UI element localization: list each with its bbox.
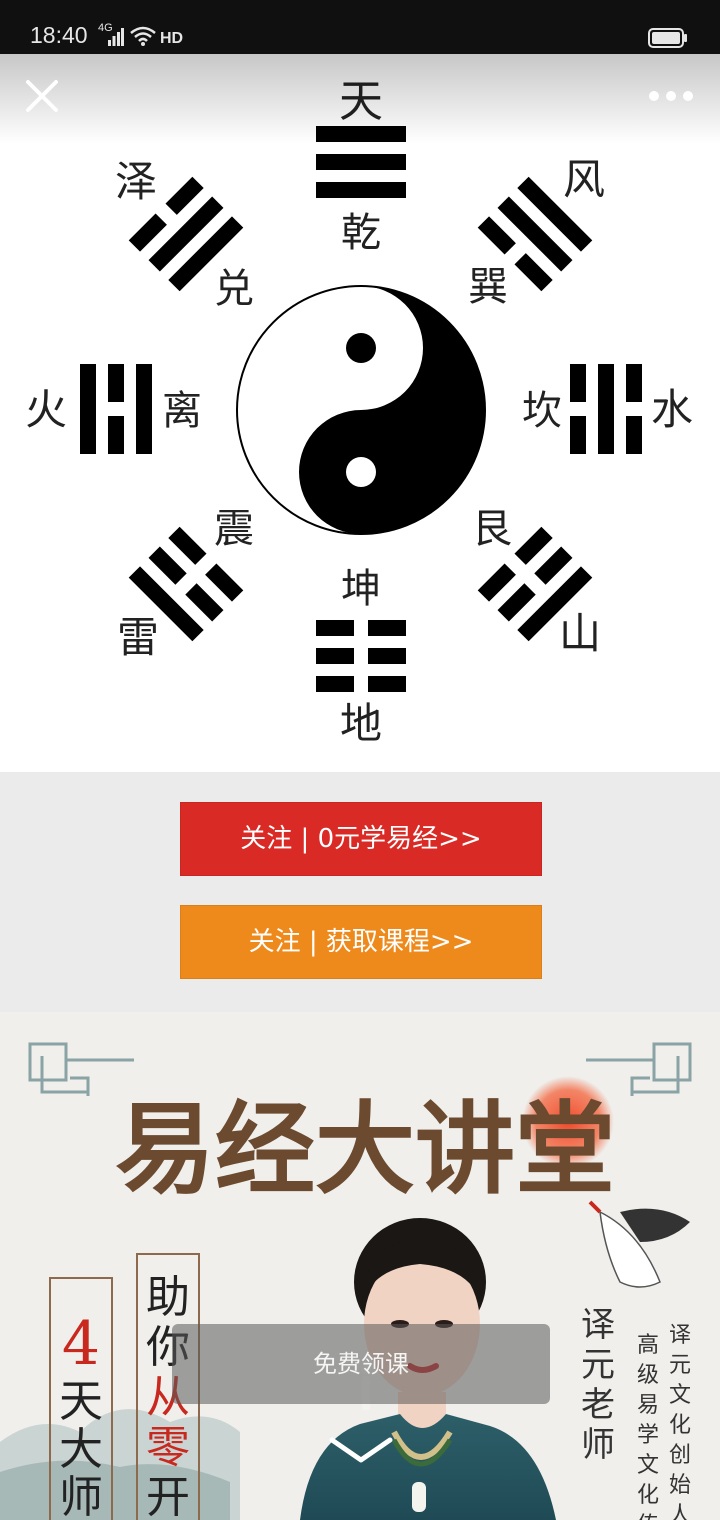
free-course-toast[interactable]: 免费领课	[172, 1324, 550, 1404]
svg-text:人: 人	[669, 1503, 691, 1520]
poster-title: 易经大讲堂	[115, 1090, 615, 1208]
svg-text:文: 文	[669, 1383, 691, 1408]
label-dui: 兑	[214, 266, 254, 312]
teacher-name: 译 元 老 师	[581, 1305, 615, 1465]
trigram-kan	[570, 364, 642, 454]
svg-text:元: 元	[669, 1353, 691, 1378]
signal-icon	[108, 28, 124, 46]
svg-text:化: 化	[637, 1483, 659, 1508]
label-ze: 泽	[115, 157, 157, 206]
label-shan: 山	[559, 609, 601, 658]
label-zhen: 震	[214, 506, 254, 552]
bagua-diagram: 天 乾 风 巽 坎 水 艮 山	[0, 54, 720, 748]
teacher-char-2: 元	[581, 1345, 615, 1385]
svg-text:创: 创	[669, 1443, 691, 1468]
follow-free-button[interactable]: 关注 | 0元学易经>>	[180, 802, 542, 876]
close-icon[interactable]	[22, 76, 62, 116]
svg-text:始: 始	[669, 1473, 691, 1498]
top-bar	[0, 54, 720, 138]
follow-course-button[interactable]: 关注 | 获取课程>>	[180, 905, 542, 979]
trigram-li	[80, 364, 152, 454]
label-di: 地	[340, 699, 382, 748]
days-char-2: 大	[59, 1424, 103, 1475]
svg-text:传: 传	[637, 1513, 659, 1520]
battery-icon	[648, 28, 687, 48]
chevron-down-icon[interactable]	[326, 1430, 396, 1470]
teacher-char-4: 师	[581, 1425, 615, 1465]
svg-text:化: 化	[669, 1413, 691, 1438]
label-xun: 巽	[468, 264, 508, 310]
svg-text:高: 高	[637, 1333, 659, 1358]
label-huo: 火	[25, 385, 67, 434]
days-char-3: 师	[59, 1472, 103, 1520]
teacher-char-3: 老	[581, 1385, 615, 1425]
days-char-1: 天	[59, 1376, 103, 1427]
status-time: 18:40	[30, 22, 88, 48]
days-number: 4	[62, 1309, 100, 1379]
slogan-char-4: 零	[146, 1422, 190, 1473]
more-icon[interactable]	[646, 88, 696, 104]
label-lei: 雷	[117, 613, 159, 662]
teacher-desc-col2: 译 元 文 化 创 始 人	[669, 1323, 691, 1520]
wifi-icon	[130, 26, 156, 46]
slogan-char-1: 助	[146, 1272, 190, 1323]
label-kun: 坤	[341, 566, 381, 612]
bagua-image: 天 乾 风 巽 坎 水 艮 山	[0, 54, 720, 772]
svg-text:易: 易	[637, 1393, 659, 1418]
status-bar: 18:40 4G HD	[0, 0, 720, 54]
frame-ornament-left	[28, 1042, 134, 1096]
label-kan: 坎	[522, 388, 562, 434]
label-gen: 艮	[472, 506, 512, 552]
label-li: 离	[162, 388, 202, 434]
slogan-char-5: 开	[146, 1472, 190, 1520]
svg-text:学: 学	[637, 1423, 659, 1448]
label-feng: 风	[563, 155, 605, 204]
teacher-desc-col1: 高 级 易 学 文 化 传	[637, 1333, 659, 1520]
svg-text:译: 译	[669, 1323, 691, 1348]
svg-text:级: 级	[637, 1363, 659, 1388]
label-qian: 乾	[341, 210, 381, 256]
trigram-kun	[316, 620, 406, 692]
days-text: 4 天 大 师 !	[59, 1309, 103, 1520]
teacher-char-1: 译	[581, 1305, 615, 1345]
crane-illustration	[588, 1200, 690, 1288]
yin-yang-symbol	[236, 285, 486, 535]
hd-indicator: HD	[160, 30, 184, 47]
label-shui: 水	[651, 385, 693, 434]
svg-text:文: 文	[637, 1453, 659, 1478]
frame-ornament-right	[586, 1042, 692, 1096]
